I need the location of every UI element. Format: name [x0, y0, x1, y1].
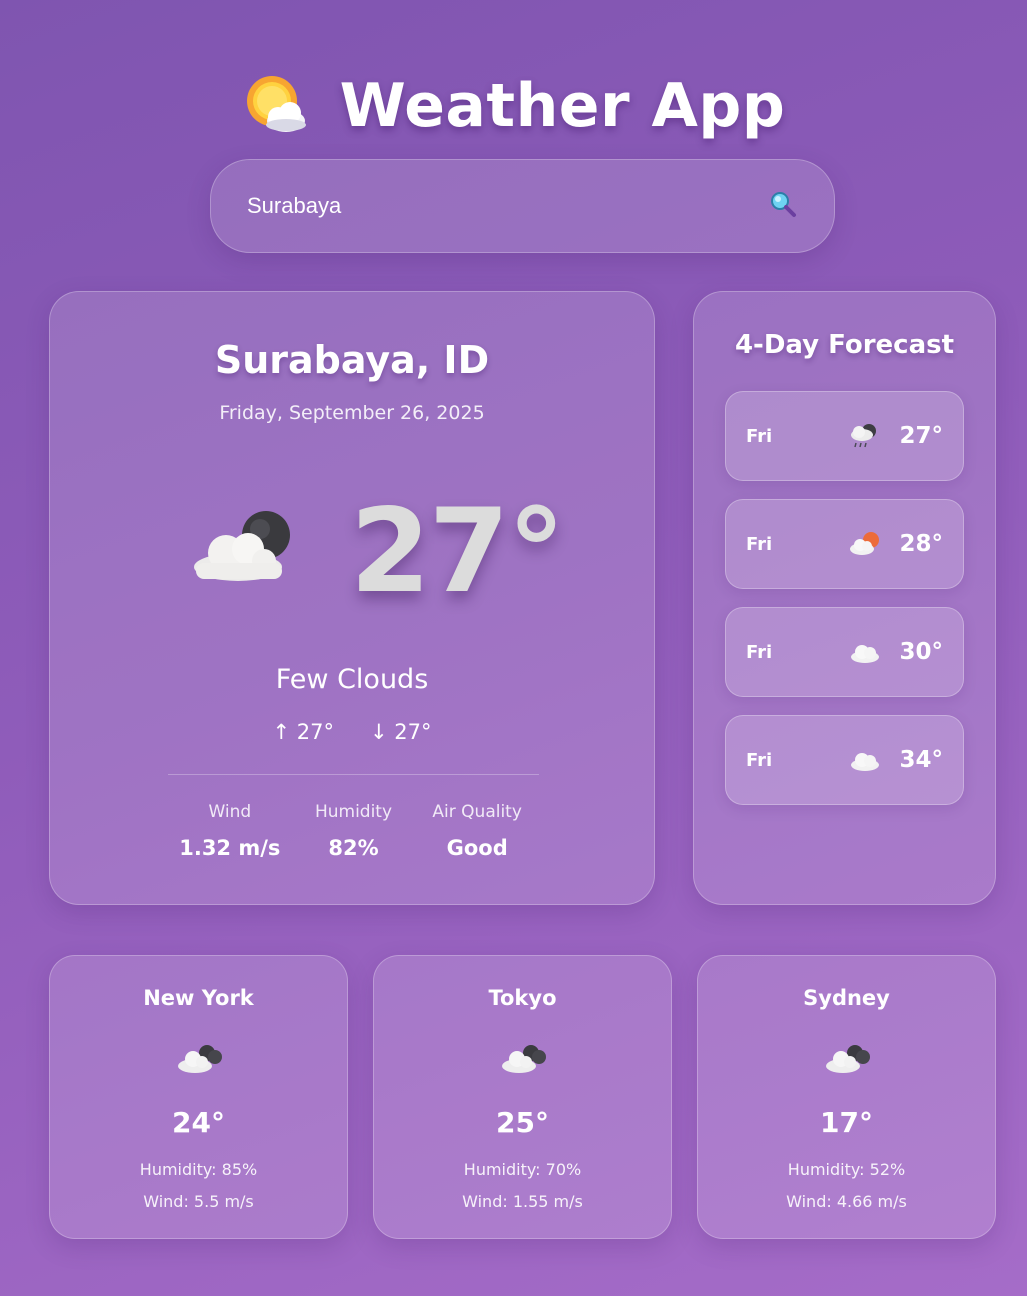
city-card-temp: 25° — [496, 1106, 549, 1139]
city-card-sydney[interactable]: Sydney 17° Humidity: 52% Wind: 4.66 m/s — [697, 955, 996, 1239]
cloud-dark-moon-icon — [192, 507, 296, 583]
city-card-tokyo[interactable]: Tokyo 25° Humidity: 70% Wind: 1.55 m/s — [373, 955, 672, 1239]
forecast-title: 4-Day Forecast — [734, 330, 955, 360]
search-button[interactable] — [766, 189, 800, 223]
cloud-icon — [849, 639, 881, 665]
current-weather-card: Surabaya, ID Friday, September 26, 2025 … — [49, 291, 655, 905]
weather-description: Few Clouds — [275, 664, 429, 695]
app-title: Weather App — [339, 71, 786, 141]
city-card-temp: 17° — [820, 1106, 873, 1139]
city-card-wind: Wind: 5.5 m/s — [143, 1192, 254, 1211]
high-low-temps: ↑ 27° ↓ 27° — [50, 720, 654, 744]
forecast-item[interactable]: Fri 28° — [725, 499, 964, 589]
city-card-temp: 24° — [172, 1106, 225, 1139]
broken-clouds-icon — [501, 1042, 547, 1074]
stat-label: Wind — [208, 802, 252, 822]
divider — [168, 774, 539, 775]
current-city: Surabaya, ID — [214, 338, 490, 382]
city-card-name: Sydney — [803, 986, 890, 1010]
stat-label: Humidity — [314, 802, 393, 822]
cloud-sun-icon — [849, 531, 881, 557]
sun-behind-cloud-icon — [242, 71, 312, 141]
stat-value: Good — [446, 836, 508, 860]
stat-value: 82% — [328, 836, 379, 860]
high-temp: ↑ 27° — [272, 720, 335, 744]
search-icon — [768, 189, 798, 223]
low-temp: ↓ 27° — [370, 720, 432, 744]
forecast-temp: 34° — [899, 747, 943, 773]
city-card-new-york[interactable]: New York 24° Humidity: 85% Wind: 5.5 m/s — [49, 955, 348, 1239]
forecast-item[interactable]: Fri 30° — [725, 607, 964, 697]
city-card-humidity: Humidity: 85% — [139, 1160, 258, 1179]
city-card-wind: Wind: 1.55 m/s — [462, 1192, 583, 1211]
stat-air-quality: Air Quality Good — [415, 802, 539, 860]
city-card-name: Tokyo — [488, 986, 557, 1010]
current-date: Friday, September 26, 2025 — [219, 402, 485, 424]
stat-wind: Wind 1.32 m/s — [168, 802, 292, 860]
forecast-temp: 30° — [899, 639, 943, 665]
forecast-item[interactable]: Fri 34° — [725, 715, 964, 805]
search-bar — [210, 159, 835, 253]
stat-humidity: Humidity 82% — [292, 802, 416, 860]
forecast-panel: 4-Day Forecast Fri 27° Fri 28° Fri 30° F… — [693, 291, 996, 905]
forecast-temp: 28° — [899, 531, 943, 557]
current-temperature: 27° — [350, 484, 565, 619]
forecast-item[interactable]: Fri 27° — [725, 391, 964, 481]
forecast-day: Fri — [746, 641, 773, 663]
city-card-humidity: Humidity: 52% — [787, 1160, 906, 1179]
weather-stats: Wind 1.32 m/s Humidity 82% Air Quality G… — [168, 802, 539, 860]
forecast-day: Fri — [746, 749, 773, 771]
forecast-temp: 27° — [899, 423, 943, 449]
city-card-name: New York — [143, 986, 254, 1010]
broken-clouds-icon — [177, 1042, 223, 1074]
stat-label: Air Quality — [432, 802, 522, 822]
stat-value: 1.32 m/s — [179, 836, 281, 860]
rain-cloud-icon — [849, 423, 881, 449]
app-header: Weather App — [0, 66, 1027, 146]
search-input[interactable] — [247, 193, 766, 219]
city-card-wind: Wind: 4.66 m/s — [786, 1192, 907, 1211]
forecast-day: Fri — [746, 425, 773, 447]
forecast-day: Fri — [746, 533, 773, 555]
city-card-humidity: Humidity: 70% — [463, 1160, 582, 1179]
cloud-icon — [849, 747, 881, 773]
broken-clouds-icon — [825, 1042, 871, 1074]
